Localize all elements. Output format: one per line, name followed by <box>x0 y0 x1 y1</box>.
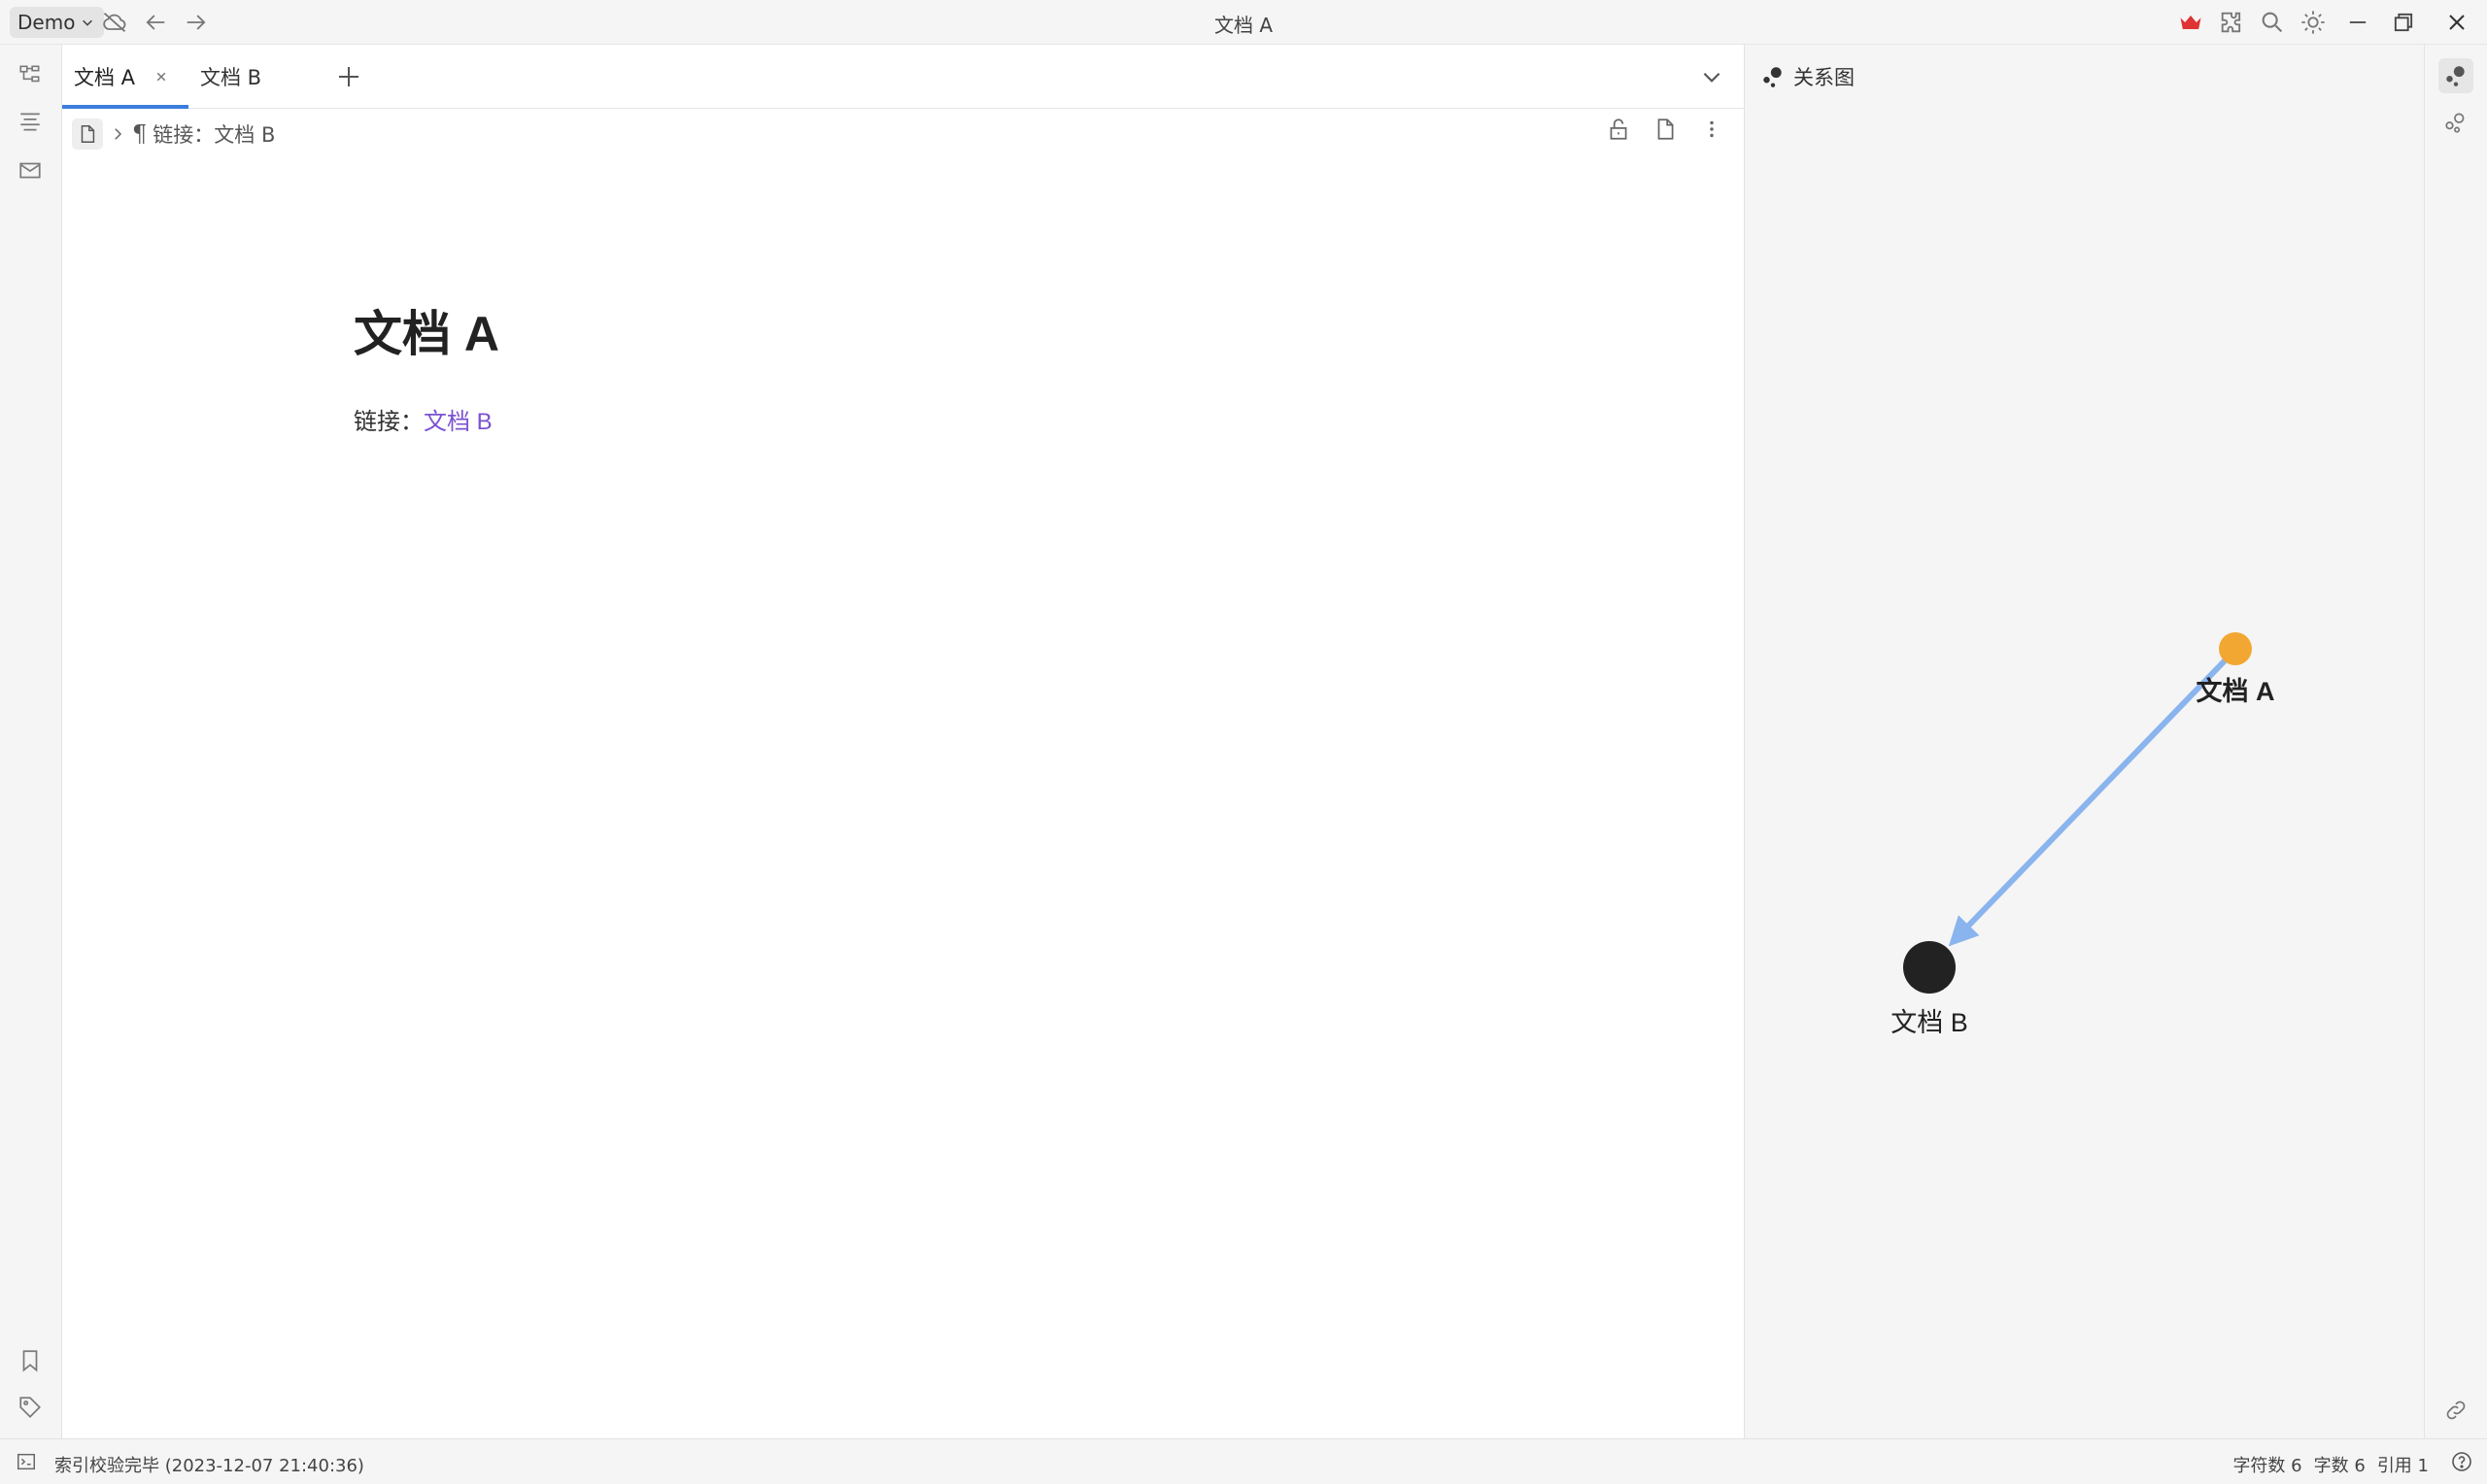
document-paragraph[interactable]: 链接：文档 B <box>354 402 493 436</box>
workspace-switcher[interactable]: Demo <box>10 7 105 38</box>
document-icon[interactable] <box>1652 117 1678 142</box>
search-icon[interactable] <box>2259 9 2286 36</box>
title-bar: Demo 文档 A <box>0 0 2487 45</box>
doc-link[interactable]: 文档 B <box>424 409 493 435</box>
graph-node-doc-b[interactable] <box>1903 941 1956 994</box>
left-dock <box>0 45 62 1438</box>
crown-icon[interactable] <box>2177 9 2204 36</box>
status-counters: 字符数 6 字数 6 引用 1 <box>2232 1452 2429 1477</box>
tab-bar: 文档 A 文档 B <box>62 45 1744 109</box>
document-icon[interactable] <box>72 118 103 150</box>
puzzle-icon[interactable] <box>2218 9 2245 36</box>
file-tree-icon[interactable] <box>17 62 43 87</box>
close-window-icon[interactable] <box>2443 9 2470 36</box>
link-icon[interactable] <box>2438 1393 2473 1428</box>
breadcrumb-item[interactable]: 链接：文档 B <box>153 119 275 149</box>
window-title: 文档 A <box>1213 14 1274 37</box>
dock-toggle-icon[interactable] <box>16 1451 37 1472</box>
tab-doc-a[interactable]: 文档 A <box>62 45 188 109</box>
tab-label: 文档 B <box>200 66 262 89</box>
ref-count: 引用 1 <box>2376 1456 2429 1476</box>
cloud-off-icon[interactable] <box>101 9 128 36</box>
document-actions <box>1606 117 1724 142</box>
help-icon[interactable] <box>2450 1450 2473 1473</box>
close-icon[interactable] <box>153 68 170 85</box>
mail-icon[interactable] <box>17 157 43 183</box>
restore-icon[interactable] <box>2390 9 2417 36</box>
sun-icon[interactable] <box>2300 9 2327 36</box>
bookmark-icon[interactable] <box>17 1348 43 1373</box>
graph-node-label: 文档 B <box>1891 1008 1968 1037</box>
document-title[interactable]: 文档 A <box>354 295 499 365</box>
chevron-right-icon <box>115 128 122 140</box>
global-graph-icon[interactable] <box>2438 105 2473 140</box>
word-count: 字数 6 <box>2313 1456 2366 1476</box>
graph-node-label: 文档 A <box>2197 676 2275 706</box>
graph-edge <box>1948 648 2237 947</box>
tab-doc-b[interactable]: 文档 B <box>188 45 315 109</box>
editor-area: 文档 A 文档 B ¶ 链接：文档 B 文档 A 链接：文档 B <box>62 45 1744 1438</box>
relationship-graph[interactable]: 文档 A 文档 B <box>1745 45 2425 1438</box>
paragraph-text: 链接： <box>354 409 424 435</box>
chevron-down-icon <box>83 19 93 26</box>
tag-icon[interactable] <box>17 1395 43 1420</box>
breadcrumb: ¶ 链接：文档 B <box>72 113 275 155</box>
add-tab-icon[interactable] <box>334 62 363 91</box>
graph-node-doc-a[interactable] <box>2219 632 2252 665</box>
status-message: 索引校验完毕 (2023-12-07 21:40:36) <box>54 1456 364 1476</box>
paragraph-icon: ¶ <box>132 120 148 148</box>
back-arrow-icon[interactable] <box>142 9 169 36</box>
graph-panel: 关系图 文档 A 文档 B <box>1744 45 2424 1438</box>
status-bar: 索引校验完毕 (2023-12-07 21:40:36) 字符数 6 字数 6 … <box>0 1438 2487 1484</box>
right-dock <box>2424 45 2487 1438</box>
more-vertical-icon[interactable] <box>1699 117 1724 142</box>
unlock-icon[interactable] <box>1606 117 1631 142</box>
char-count: 字符数 6 <box>2232 1456 2302 1476</box>
chevron-down-icon[interactable] <box>1699 64 1724 89</box>
forward-arrow-icon[interactable] <box>183 9 210 36</box>
workspace-name: Demo <box>17 11 76 34</box>
graph-view-icon[interactable] <box>2438 58 2473 93</box>
minimize-icon[interactable] <box>2344 9 2371 36</box>
outline-icon[interactable] <box>17 109 43 134</box>
tab-label: 文档 A <box>74 66 136 89</box>
